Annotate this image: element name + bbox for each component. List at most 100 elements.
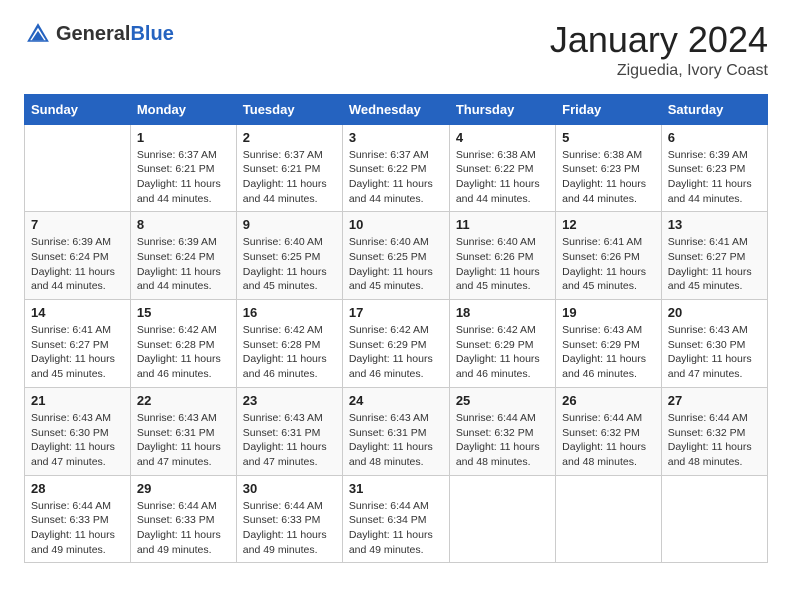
calendar-body: 1 Sunrise: 6:37 AMSunset: 6:21 PMDaylight…	[25, 124, 768, 563]
day-info: Sunrise: 6:42 AMSunset: 6:28 PMDaylight:…	[243, 323, 336, 382]
calendar-cell: 4 Sunrise: 6:38 AMSunset: 6:22 PMDaylight…	[449, 124, 555, 212]
calendar-cell	[449, 475, 555, 563]
calendar-cell: 15Sunrise: 6:42 AMSunset: 6:28 PMDayligh…	[130, 300, 236, 388]
day-info: Sunrise: 6:42 AMSunset: 6:28 PMDaylight:…	[137, 323, 230, 382]
calendar-cell	[556, 475, 662, 563]
day-number: 30	[243, 481, 336, 496]
day-number: 23	[243, 393, 336, 408]
calendar-cell: 27Sunrise: 6:44 AMSunset: 6:32 PMDayligh…	[661, 387, 767, 475]
day-header-sunday: Sunday	[25, 94, 131, 124]
day-number: 25	[456, 393, 549, 408]
day-info: Sunrise: 6:42 AMSunset: 6:29 PMDaylight:…	[349, 323, 443, 382]
day-number: 16	[243, 305, 336, 320]
day-number: 5	[562, 130, 655, 145]
calendar-cell: 7Sunrise: 6:39 AMSunset: 6:24 PMDaylight…	[25, 212, 131, 300]
logo: GeneralBlue	[24, 20, 174, 48]
day-info: Sunrise: 6:43 AMSunset: 6:30 PMDaylight:…	[668, 323, 761, 382]
logo-icon	[24, 20, 52, 48]
week-row-1: 1 Sunrise: 6:37 AMSunset: 6:21 PMDaylight…	[25, 124, 768, 212]
calendar-cell: 19 Sunrise: 6:43 AMSunset: 6:29 PMDayligh…	[556, 300, 662, 388]
calendar-cell: 14 Sunrise: 6:41 AMSunset: 6:27 PMDayligh…	[25, 300, 131, 388]
day-number: 21	[31, 393, 124, 408]
day-info: Sunrise: 6:41 AMSunset: 6:27 PMDaylight:…	[668, 235, 761, 294]
page-header: GeneralBlue January 2024 Ziguedia, Ivory…	[24, 20, 768, 80]
calendar-cell: 20Sunrise: 6:43 AMSunset: 6:30 PMDayligh…	[661, 300, 767, 388]
day-info: Sunrise: 6:39 AMSunset: 6:24 PMDaylight:…	[31, 235, 124, 294]
day-info: Sunrise: 6:43 AMSunset: 6:31 PMDaylight:…	[243, 411, 336, 470]
calendar-cell: 10 Sunrise: 6:40 AMSunset: 6:25 PMDayligh…	[342, 212, 449, 300]
day-info: Sunrise: 6:38 AMSunset: 6:22 PMDaylight:…	[456, 148, 549, 207]
calendar-cell: 13Sunrise: 6:41 AMSunset: 6:27 PMDayligh…	[661, 212, 767, 300]
day-number: 14	[31, 305, 124, 320]
day-number: 3	[349, 130, 443, 145]
calendar-cell	[25, 124, 131, 212]
week-row-5: 28 Sunrise: 6:44 AMSunset: 6:33 PMDayligh…	[25, 475, 768, 563]
day-info: Sunrise: 6:44 AMSunset: 6:33 PMDaylight:…	[243, 499, 336, 558]
calendar-cell: 18 Sunrise: 6:42 AMSunset: 6:29 PMDayligh…	[449, 300, 555, 388]
day-number: 24	[349, 393, 443, 408]
day-info: Sunrise: 6:41 AMSunset: 6:26 PMDaylight:…	[562, 235, 655, 294]
calendar-location: Ziguedia, Ivory Coast	[550, 62, 768, 80]
calendar-cell: 25Sunrise: 6:44 AMSunset: 6:32 PMDayligh…	[449, 387, 555, 475]
day-number: 9	[243, 217, 336, 232]
calendar-cell: 8 Sunrise: 6:39 AMSunset: 6:24 PMDaylight…	[130, 212, 236, 300]
day-number: 12	[562, 217, 655, 232]
day-info: Sunrise: 6:42 AMSunset: 6:29 PMDaylight:…	[456, 323, 549, 382]
calendar-cell: 12 Sunrise: 6:41 AMSunset: 6:26 PMDayligh…	[556, 212, 662, 300]
logo-text-general: General	[56, 23, 130, 45]
day-number: 22	[137, 393, 230, 408]
day-number: 29	[137, 481, 230, 496]
day-number: 18	[456, 305, 549, 320]
day-info: Sunrise: 6:44 AMSunset: 6:33 PMDaylight:…	[31, 499, 124, 558]
day-info: Sunrise: 6:44 AMSunset: 6:34 PMDaylight:…	[349, 499, 443, 558]
calendar-cell: 16 Sunrise: 6:42 AMSunset: 6:28 PMDayligh…	[236, 300, 342, 388]
day-number: 19	[562, 305, 655, 320]
calendar-cell: 17Sunrise: 6:42 AMSunset: 6:29 PMDayligh…	[342, 300, 449, 388]
calendar-cell: 3 Sunrise: 6:37 AMSunset: 6:22 PMDaylight…	[342, 124, 449, 212]
calendar-header: SundayMondayTuesdayWednesdayThursdayFrid…	[25, 94, 768, 124]
day-info: Sunrise: 6:37 AMSunset: 6:21 PMDaylight:…	[243, 148, 336, 207]
day-info: Sunrise: 6:43 AMSunset: 6:31 PMDaylight:…	[137, 411, 230, 470]
day-number: 6	[668, 130, 761, 145]
day-info: Sunrise: 6:37 AMSunset: 6:21 PMDaylight:…	[137, 148, 230, 207]
calendar-cell: 31Sunrise: 6:44 AMSunset: 6:34 PMDayligh…	[342, 475, 449, 563]
day-number: 10	[349, 217, 443, 232]
logo-text-blue: Blue	[130, 23, 173, 45]
day-info: Sunrise: 6:39 AMSunset: 6:23 PMDaylight:…	[668, 148, 761, 207]
day-info: Sunrise: 6:44 AMSunset: 6:33 PMDaylight:…	[137, 499, 230, 558]
day-number: 1	[137, 130, 230, 145]
day-number: 2	[243, 130, 336, 145]
day-info: Sunrise: 6:39 AMSunset: 6:24 PMDaylight:…	[137, 235, 230, 294]
day-header-thursday: Thursday	[449, 94, 555, 124]
title-block: January 2024 Ziguedia, Ivory Coast	[550, 20, 768, 80]
calendar-cell: 6 Sunrise: 6:39 AMSunset: 6:23 PMDaylight…	[661, 124, 767, 212]
calendar-cell	[661, 475, 767, 563]
day-info: Sunrise: 6:44 AMSunset: 6:32 PMDaylight:…	[562, 411, 655, 470]
day-number: 11	[456, 217, 549, 232]
day-number: 28	[31, 481, 124, 496]
day-info: Sunrise: 6:40 AMSunset: 6:25 PMDaylight:…	[243, 235, 336, 294]
day-header-wednesday: Wednesday	[342, 94, 449, 124]
day-info: Sunrise: 6:43 AMSunset: 6:31 PMDaylight:…	[349, 411, 443, 470]
day-info: Sunrise: 6:40 AMSunset: 6:25 PMDaylight:…	[349, 235, 443, 294]
day-info: Sunrise: 6:43 AMSunset: 6:29 PMDaylight:…	[562, 323, 655, 382]
week-row-2: 7Sunrise: 6:39 AMSunset: 6:24 PMDaylight…	[25, 212, 768, 300]
day-header-monday: Monday	[130, 94, 236, 124]
calendar-cell: 11Sunrise: 6:40 AMSunset: 6:26 PMDayligh…	[449, 212, 555, 300]
calendar-cell: 2 Sunrise: 6:37 AMSunset: 6:21 PMDaylight…	[236, 124, 342, 212]
day-info: Sunrise: 6:43 AMSunset: 6:30 PMDaylight:…	[31, 411, 124, 470]
day-info: Sunrise: 6:37 AMSunset: 6:22 PMDaylight:…	[349, 148, 443, 207]
day-info: Sunrise: 6:41 AMSunset: 6:27 PMDaylight:…	[31, 323, 124, 382]
calendar-cell: 28 Sunrise: 6:44 AMSunset: 6:33 PMDayligh…	[25, 475, 131, 563]
calendar-cell: 22 Sunrise: 6:43 AMSunset: 6:31 PMDayligh…	[130, 387, 236, 475]
day-number: 8	[137, 217, 230, 232]
calendar-cell: 26 Sunrise: 6:44 AMSunset: 6:32 PMDayligh…	[556, 387, 662, 475]
day-number: 4	[456, 130, 549, 145]
calendar-cell: 1 Sunrise: 6:37 AMSunset: 6:21 PMDaylight…	[130, 124, 236, 212]
calendar-table: SundayMondayTuesdayWednesdayThursdayFrid…	[24, 94, 768, 564]
day-info: Sunrise: 6:44 AMSunset: 6:32 PMDaylight:…	[668, 411, 761, 470]
calendar-cell: 9 Sunrise: 6:40 AMSunset: 6:25 PMDaylight…	[236, 212, 342, 300]
day-number: 26	[562, 393, 655, 408]
calendar-cell: 21 Sunrise: 6:43 AMSunset: 6:30 PMDayligh…	[25, 387, 131, 475]
day-header-row: SundayMondayTuesdayWednesdayThursdayFrid…	[25, 94, 768, 124]
